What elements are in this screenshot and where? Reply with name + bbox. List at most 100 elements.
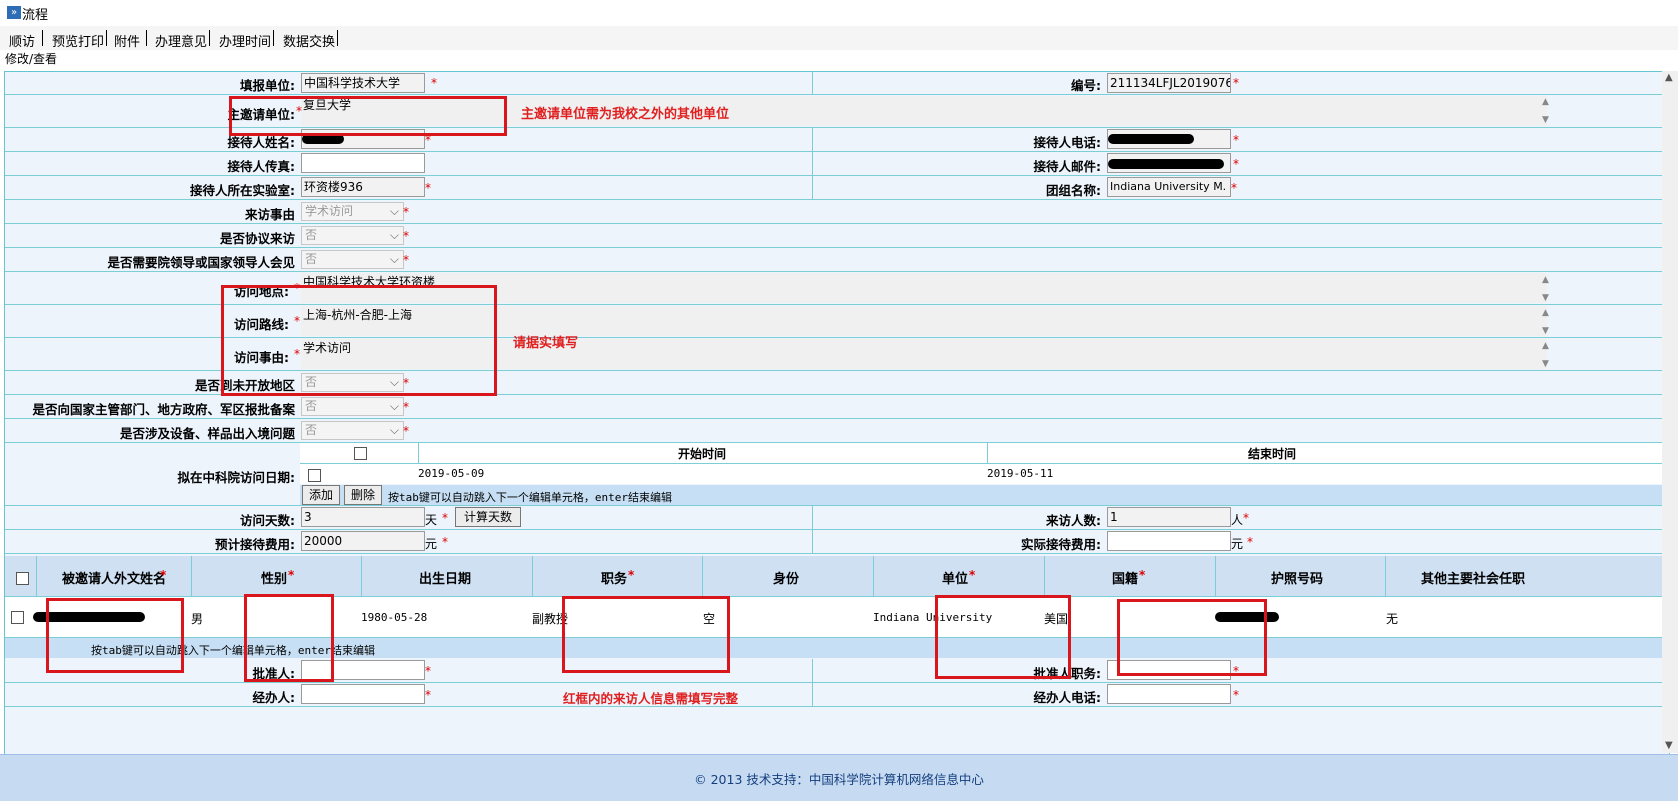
divider xyxy=(987,443,988,463)
date-table-actions: 添加 删除 按tab键可以自动跳入下一个编辑单元格，enter结束编辑 xyxy=(300,485,1668,505)
required-mark: * xyxy=(425,181,431,195)
tab-opinion[interactable]: 办理意见 xyxy=(155,31,207,50)
date-row-checkbox[interactable] xyxy=(308,469,321,482)
report-approval-select[interactable]: 否 ⌵ xyxy=(301,397,404,416)
visitor-count-field[interactable]: 1 xyxy=(1107,507,1231,527)
divider xyxy=(812,176,813,199)
form-row: 是否协议来访 否 ⌵ * xyxy=(5,224,1669,248)
required-mark: * xyxy=(403,424,409,438)
equipment-select[interactable]: 否 ⌵ xyxy=(301,421,404,440)
redaction-mark xyxy=(1108,159,1224,169)
visit-date-label: 拟在中科院访问日期: xyxy=(177,470,296,485)
visit-reason-label: 来访事由 xyxy=(244,207,295,222)
group-name-label: 团组名称: xyxy=(1046,183,1101,198)
scroll-up-icon[interactable]: ▲ xyxy=(1665,72,1673,83)
textarea-scroll-icon[interactable]: ▲ ▼ xyxy=(1542,309,1549,336)
group-name-field[interactable]: Indiana University M. Ke xyxy=(1107,177,1231,197)
redaction-mark xyxy=(1108,134,1194,144)
required-mark: * xyxy=(628,568,635,582)
tab-print-preview[interactable]: 预览打印 xyxy=(52,31,104,50)
annotation-note-visitor: 红框内的来访人信息需填写完整 xyxy=(563,691,739,706)
days-unit: 天 xyxy=(425,513,438,527)
serial-no-field[interactable]: 211134LFJL20190761 xyxy=(1107,73,1231,93)
start-date-cell[interactable]: 2019-05-09 xyxy=(418,467,484,480)
yuan-unit: 元 xyxy=(1231,537,1244,551)
serial-no-label: 编号: xyxy=(1071,78,1101,93)
annotation-note-inviting: 主邀请单位需为我校之外的其他单位 xyxy=(521,107,730,122)
col-birth-date: 出生日期 xyxy=(419,572,472,587)
select-value: 否 xyxy=(305,399,318,413)
tab-separator xyxy=(273,30,274,46)
col-title: 职务 xyxy=(601,572,628,587)
tab-attachment[interactable]: 附件 xyxy=(114,31,140,50)
form-row: 是否涉及设备、样品出入境问题 否 ⌵ * xyxy=(5,419,1669,443)
add-date-button[interactable]: 添加 xyxy=(302,485,340,505)
page-footer: © 2013 技术支持：中国科学院计算机网络信息中心 xyxy=(0,754,1678,801)
annotation-box xyxy=(562,596,730,673)
window-title: 流程 xyxy=(22,8,49,23)
host-fax-field[interactable] xyxy=(301,153,425,173)
tab-data-exchange[interactable]: 数据交换 xyxy=(283,31,335,50)
handler-phone-field[interactable] xyxy=(1107,684,1231,704)
required-mark: * xyxy=(425,664,431,678)
visit-days-label: 访问天数: xyxy=(240,513,295,528)
col-gender: 性别 xyxy=(261,572,288,587)
est-cost-label: 预计接待费用: xyxy=(215,537,295,552)
expand-icon[interactable]: » xyxy=(7,6,21,19)
chevron-down-icon: ⌵ xyxy=(389,228,399,242)
actual-cost-field[interactable] xyxy=(1107,531,1231,551)
end-date-cell[interactable]: 2019-05-11 xyxy=(987,467,1053,480)
required-mark: * xyxy=(1231,181,1237,195)
host-email-label: 接待人邮件: xyxy=(1033,159,1102,174)
annotation-box xyxy=(1117,599,1267,676)
select-all-dates-checkbox[interactable] xyxy=(354,447,367,460)
calculate-days-button[interactable]: 计算天数 xyxy=(455,507,521,527)
visitor-birth-date[interactable]: 1980-05-28 xyxy=(361,611,427,624)
divider xyxy=(361,556,362,596)
chevron-down-icon: ⌵ xyxy=(389,399,399,413)
select-value: 否 xyxy=(305,423,318,437)
handler-field[interactable] xyxy=(301,684,425,704)
annotation-box xyxy=(244,594,334,682)
delete-date-button[interactable]: 删除 xyxy=(344,485,382,505)
handler-phone-label: 经办人电话: xyxy=(1033,690,1102,705)
required-mark: * xyxy=(425,688,431,702)
textarea-scroll-icon[interactable]: ▲ ▼ xyxy=(1542,342,1549,369)
textarea-scroll-icon[interactable]: ▲ ▼ xyxy=(1542,98,1549,125)
tab-separator xyxy=(106,30,107,46)
agreement-visit-select[interactable]: 否 ⌵ xyxy=(301,226,404,245)
visitor-other-roles[interactable]: 无 xyxy=(1386,610,1398,627)
date-table-header: 开始时间 结束时间 xyxy=(300,443,1668,464)
date-table-row: 2019-05-09 2019-05-11 xyxy=(300,464,1668,484)
visitor-gender[interactable]: 男 xyxy=(191,610,203,627)
visit-reason-select[interactable]: 学术访问 ⌵ xyxy=(301,202,404,221)
leader-meeting-select[interactable]: 否 ⌵ xyxy=(301,250,404,269)
divider xyxy=(1385,556,1386,596)
visit-days-field[interactable]: 3 xyxy=(301,507,425,527)
select-value: 否 xyxy=(305,228,318,242)
chevron-down-icon: ⌵ xyxy=(389,423,399,437)
divider xyxy=(812,530,813,553)
required-mark: * xyxy=(403,205,409,219)
visit-date-row: 拟在中科院访问日期: 开始时间 结束时间 2019-05-09 2019-05-… xyxy=(5,443,1669,506)
tab-separator xyxy=(146,30,147,46)
tab-visit[interactable]: 顺访 xyxy=(9,31,35,50)
annotation-box xyxy=(221,285,497,396)
reporting-unit-field[interactable]: 中国科学技术大学 xyxy=(301,73,425,93)
start-time-header: 开始时间 xyxy=(678,447,727,461)
page-scrollbar[interactable]: ▲ ▼ xyxy=(1662,71,1678,753)
required-mark: * xyxy=(288,568,295,582)
required-mark: * xyxy=(431,76,437,90)
form-row: 经办人: * 经办人电话: * xyxy=(5,683,1669,707)
tab-handling-time[interactable]: 办理时间 xyxy=(219,31,271,50)
annotation-box xyxy=(935,595,1071,679)
scroll-down-icon[interactable]: ▼ xyxy=(1665,740,1673,751)
visitor-table-header: 被邀请人外文姓名 * 性别 * 出生日期 职务 * 身份 单位 * 国籍 * 护… xyxy=(5,556,1669,597)
select-all-visitors-checkbox[interactable] xyxy=(16,572,29,585)
visitor-row-checkbox[interactable] xyxy=(11,611,24,624)
est-cost-field[interactable]: 20000 xyxy=(301,531,425,551)
window-titlebar: » 流程 xyxy=(0,0,1678,24)
host-lab-field[interactable]: 环资楼936 xyxy=(301,177,425,197)
divider xyxy=(812,72,813,94)
textarea-scroll-icon[interactable]: ▲ ▼ xyxy=(1542,276,1549,303)
